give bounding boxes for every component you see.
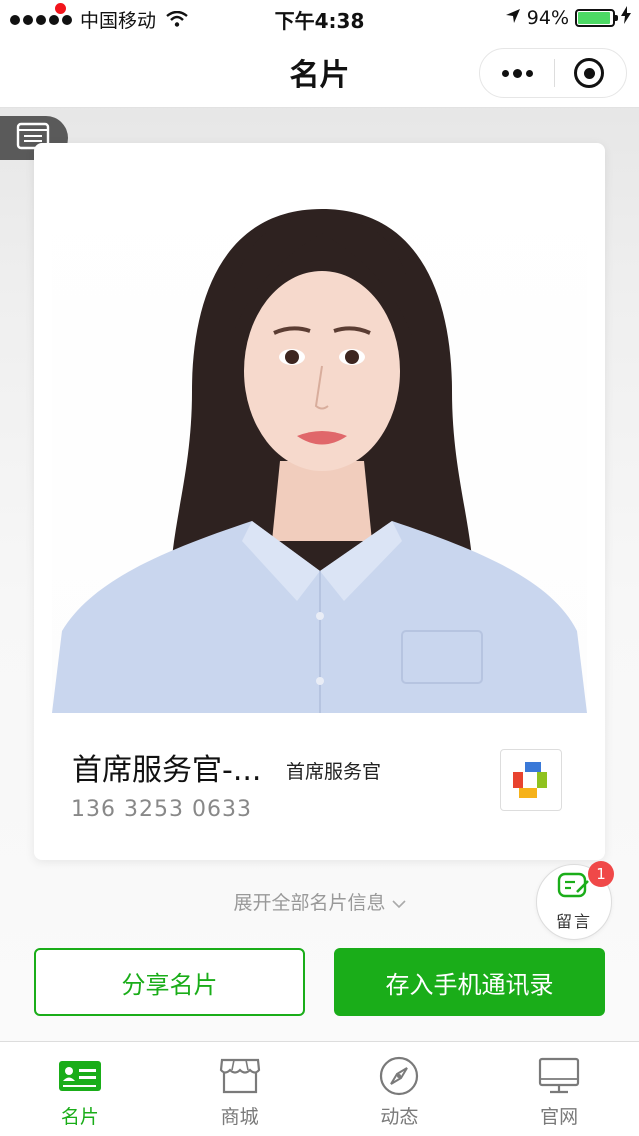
tab-store[interactable]: 商城 (160, 1042, 320, 1136)
battery-icon (575, 8, 618, 27)
tab-label: 名片 (60, 1106, 99, 1128)
tab-label: 动态 (380, 1106, 419, 1128)
more-dots-icon-center (512, 68, 522, 78)
message-count-badge: 1 (588, 861, 614, 887)
edit-message-icon (557, 872, 591, 904)
monitor-icon (536, 1056, 582, 1096)
tab-feed[interactable]: 动态 (320, 1042, 480, 1136)
more-dots-icon-right (525, 69, 533, 77)
target-icon (574, 58, 604, 88)
company-logo-icon (513, 762, 547, 798)
tab-website[interactable]: 官网 (479, 1042, 639, 1136)
more-dots-icon (501, 69, 509, 77)
store-icon (217, 1056, 263, 1096)
compass-icon (376, 1056, 422, 1096)
save-to-contacts-button[interactable]: 存入手机通讯录 (334, 948, 605, 1016)
business-card: 首席服务官-... 首席服务官 136 3253 0633 (34, 143, 605, 860)
contact-title: 首席服务官 (286, 761, 382, 783)
card-icon (57, 1056, 103, 1096)
company-logo[interactable] (500, 749, 562, 811)
nav-bar: 名片 (0, 36, 639, 108)
battery-fill (578, 11, 610, 24)
more-menu-button[interactable] (480, 49, 554, 97)
profile-photo[interactable] (52, 161, 587, 713)
share-card-button[interactable]: 分享名片 (34, 948, 305, 1016)
contact-phone[interactable]: 136 3253 0633 (71, 797, 252, 822)
status-bar: 中国移动 下午4:38 94% (0, 0, 639, 36)
status-right: 94% (505, 6, 631, 29)
message-label: 留言 (555, 912, 592, 931)
battery-percent: 94% (526, 6, 569, 29)
mini-program-capsule (479, 48, 627, 98)
charging-bolt-icon (621, 6, 631, 29)
contact-name: 首席服务官-... (72, 753, 262, 788)
notification-dot (54, 2, 67, 15)
chevron-down-icon (391, 892, 406, 914)
tab-card[interactable]: 名片 (0, 1042, 160, 1136)
location-arrow-icon (505, 7, 521, 29)
tab-label: 商城 (220, 1106, 259, 1128)
tab-bar: 名片 商城 动态 官网 (0, 1041, 639, 1136)
expand-label: 展开全部名片信息 (233, 892, 386, 914)
tab-label: 官网 (540, 1106, 579, 1128)
close-mini-program-button[interactable] (552, 49, 626, 97)
